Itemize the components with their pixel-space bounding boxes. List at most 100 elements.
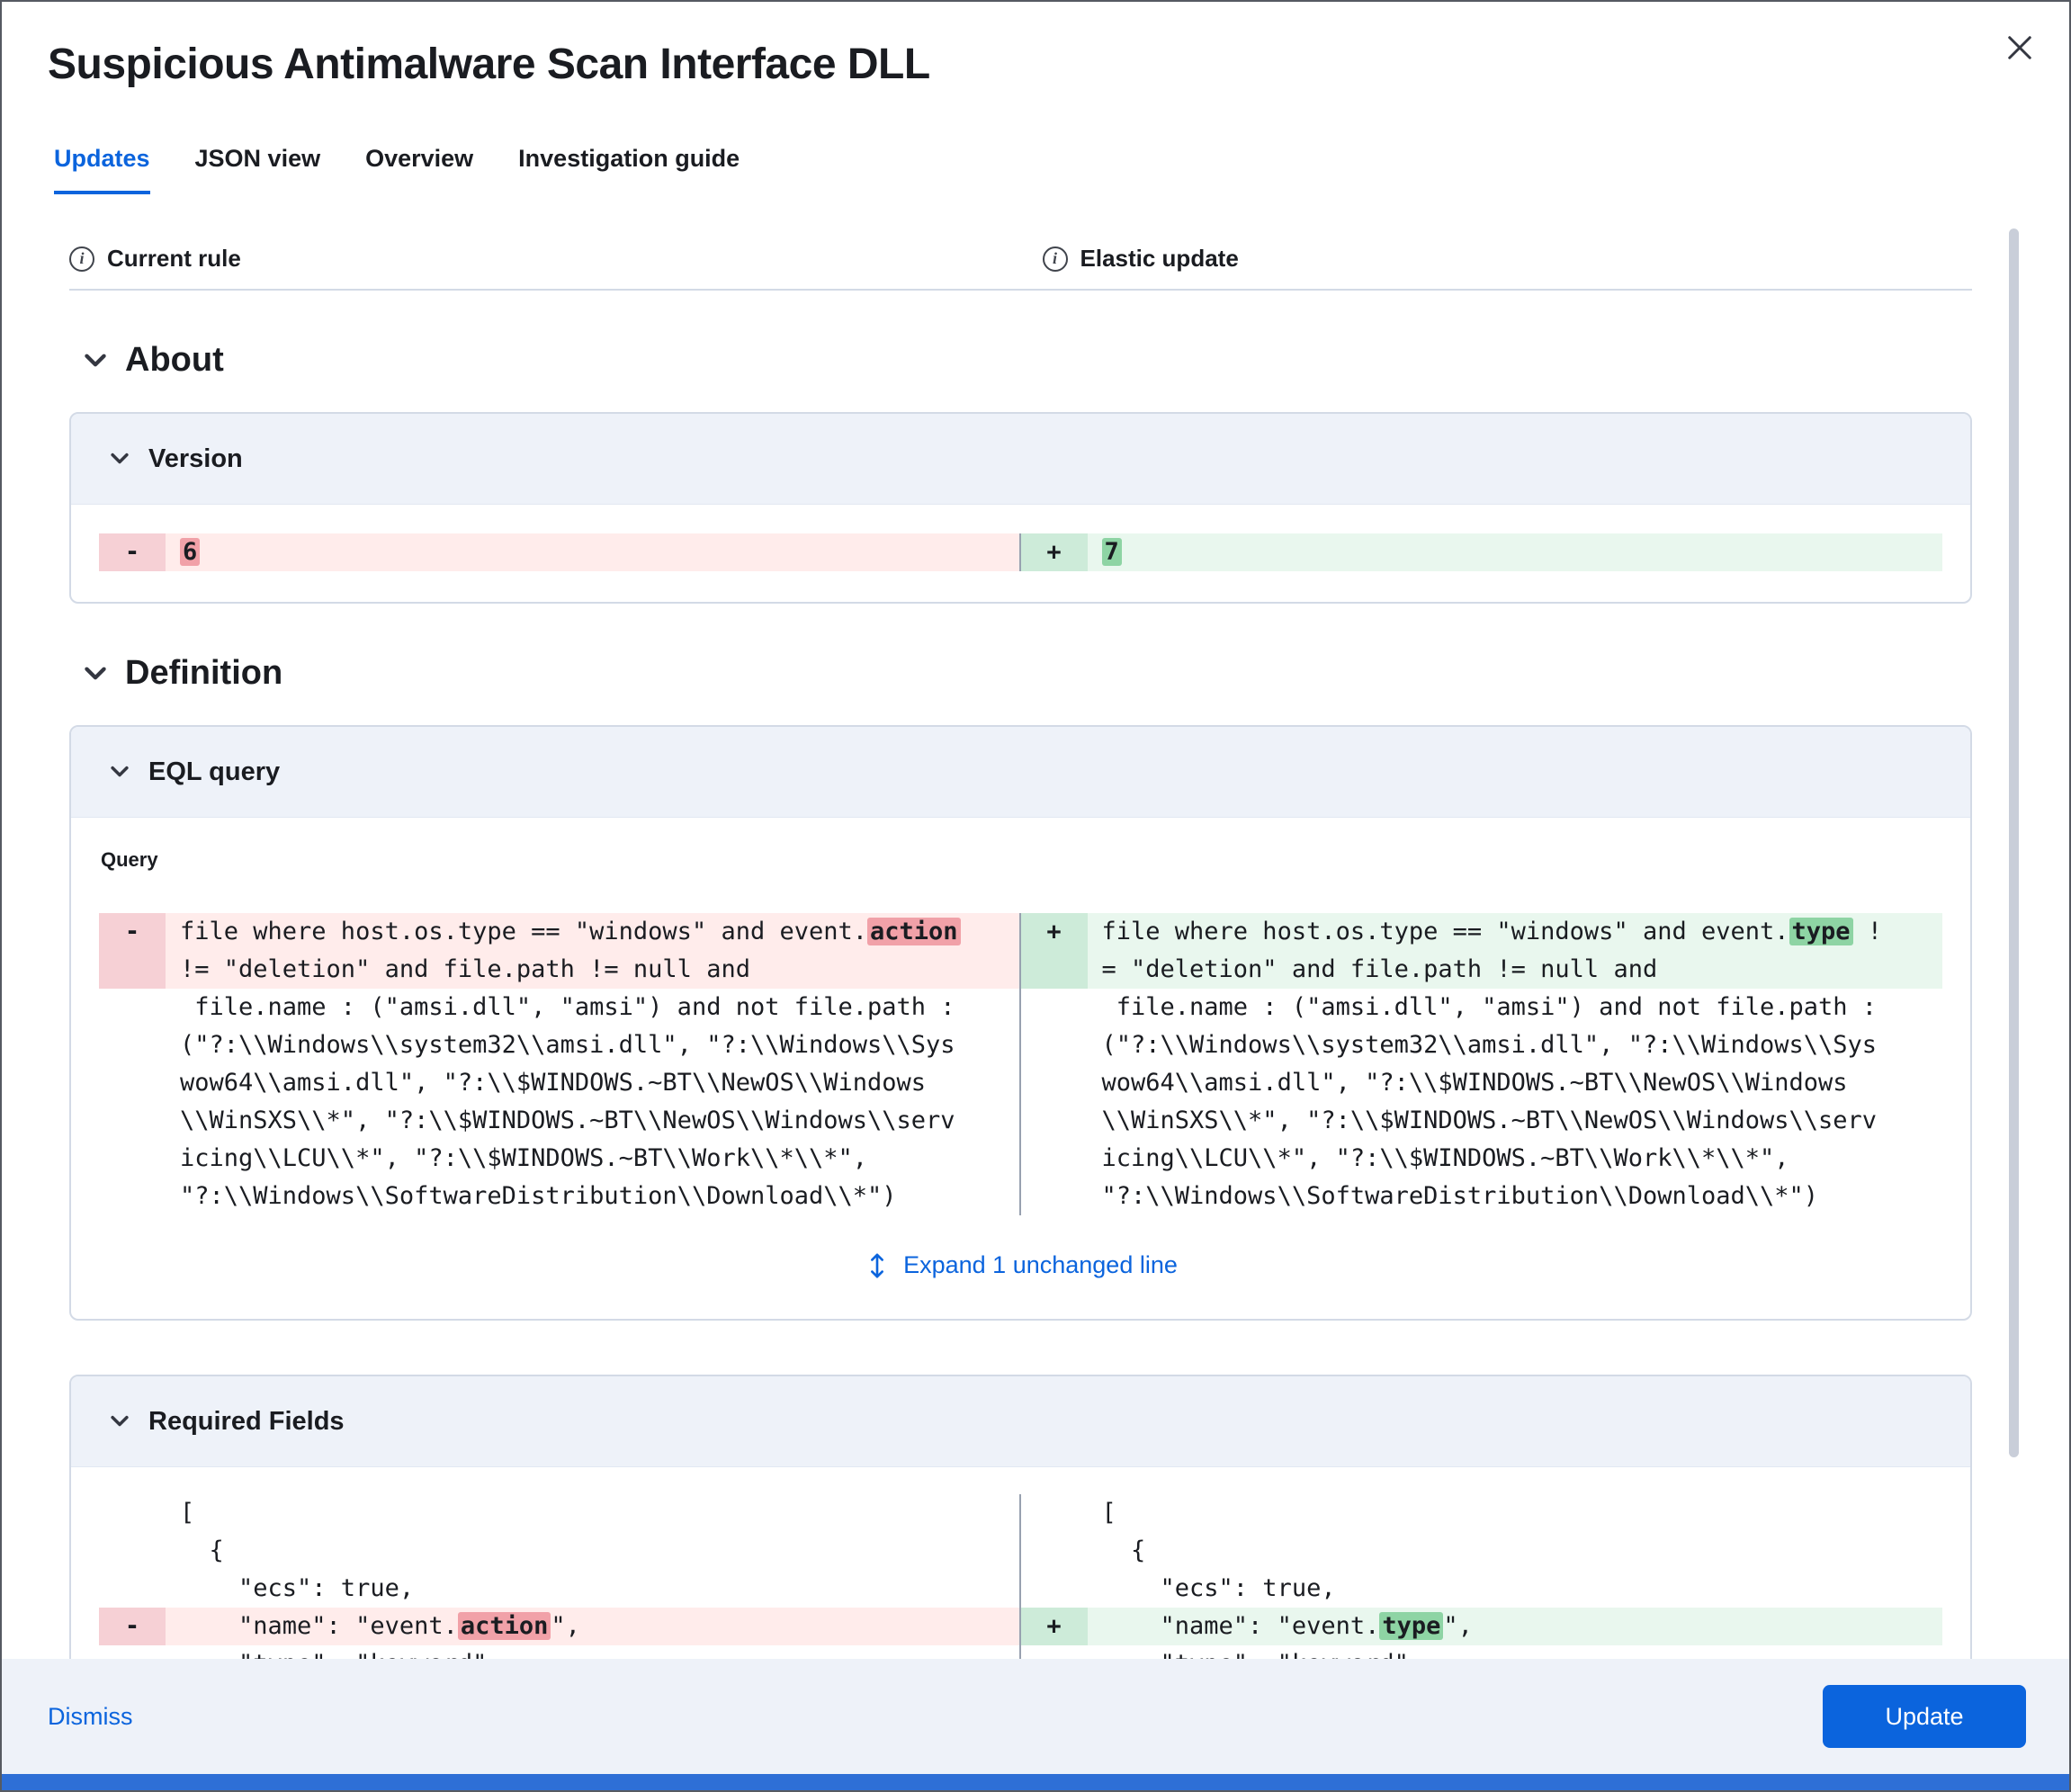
diff-gutter <box>1021 1178 1088 1215</box>
diff-gutter <box>99 989 166 1026</box>
expand-link-label: Expand 1 unchanged line <box>903 1251 1178 1278</box>
info-icon[interactable]: i <box>1042 246 1068 272</box>
diff-line-removed: - 6 <box>99 533 1019 571</box>
diff-gutter <box>99 1140 166 1178</box>
tab-json-view[interactable]: JSON view <box>195 145 321 194</box>
diff-line-removed: - "name": "event. action ", <box>99 1608 1019 1645</box>
code-line: wow64\\amsi.dll", "?:\\$WINDOWS.~BT\\New… <box>99 1064 1019 1102</box>
close-icon[interactable] <box>1995 23 2044 72</box>
tab-updates[interactable]: Updates <box>54 145 150 194</box>
expand-unchanged-lines-button[interactable]: Expand 1 unchanged line <box>99 1251 1942 1279</box>
diff-line-added: + 7 <box>1020 533 1942 571</box>
diff-gutter <box>99 1494 166 1532</box>
code-text: "ecs": true, <box>180 1574 415 1602</box>
removed-token: 6 <box>180 538 201 566</box>
diff-gutter <box>99 1026 166 1064</box>
code-line: { <box>1021 1532 1943 1570</box>
required-fields-accordion-toggle[interactable]: Required Fields <box>71 1376 1970 1467</box>
code-text: "name": "event. <box>1101 1612 1380 1640</box>
eql-diff-current: - file where host.os.type == "windows" a… <box>99 913 1021 1215</box>
diff-gutter <box>99 1102 166 1140</box>
diff-gutter-minus: - <box>99 913 166 951</box>
code-line: icing\\LCU\\*", "?:\\$WINDOWS.~BT\\Work\… <box>99 1140 1019 1178</box>
code-text: file where host.os.type == "windows" and… <box>1101 918 1789 945</box>
query-label: Query <box>101 848 158 871</box>
code-line: [ <box>1021 1494 1943 1532</box>
code-line: \\WinSXS\\*", "?:\\$WINDOWS.~BT\\NewOS\\… <box>1021 1102 1943 1140</box>
version-accordion-toggle[interactable]: Version <box>71 414 1970 505</box>
diff-gutter-minus: - <box>99 533 166 571</box>
diff-gutter <box>1021 1532 1088 1570</box>
tab-overview[interactable]: Overview <box>365 145 473 194</box>
update-button[interactable]: Update <box>1823 1685 2026 1748</box>
info-icon[interactable]: i <box>69 246 94 272</box>
diff-line-added: + "name": "event. type ", <box>1020 1608 1942 1645</box>
diff-gutter <box>99 951 166 989</box>
diff-gutter-minus: - <box>99 1608 166 1645</box>
code-text: icing\\LCU\\*", "?:\\$WINDOWS.~BT\\Work\… <box>1101 1144 1789 1172</box>
code-text: "name": "event. <box>180 1612 458 1640</box>
code-text: ("?:\\Windows\\system32\\amsi.dll", "?:\… <box>1101 1031 1878 1059</box>
diff-column-headers: i Current rule i Elastic update <box>69 245 1972 273</box>
code-line: wow64\\amsi.dll", "?:\\$WINDOWS.~BT\\New… <box>1021 1064 1943 1102</box>
chevron-down-icon <box>111 766 129 777</box>
code-line: [ <box>99 1494 1019 1532</box>
code-text: file.name : ("amsi.dll", "amsi") and not… <box>180 993 955 1021</box>
required-fields-panel-title: Required Fields <box>148 1406 345 1436</box>
code-line: file.name : ("amsi.dll", "amsi") and not… <box>99 989 1019 1026</box>
code-line: "ecs": true, <box>99 1570 1019 1608</box>
tab-bar: Updates JSON view Overview Investigation… <box>54 145 2069 194</box>
code-text: ", <box>551 1612 580 1640</box>
code-text: "?:\\Windows\\SoftwareDistribution\\Down… <box>180 1182 897 1210</box>
diff-gutter-plus: + <box>1020 913 1088 951</box>
required-fields-panel: Required Fields [ { "ecs": true, - "name… <box>69 1375 1972 1685</box>
version-panel-title: Version <box>148 444 243 473</box>
current-rule-column-header: i Current rule <box>69 245 1021 273</box>
code-line: "?:\\Windows\\SoftwareDistribution\\Down… <box>99 1178 1019 1215</box>
eql-query-accordion-toggle[interactable]: EQL query <box>71 727 1970 818</box>
diff-gutter <box>1021 1064 1088 1102</box>
version-diff: - 6 + 7 <box>71 505 1970 602</box>
diff-gutter <box>99 1064 166 1102</box>
diff-gutter <box>1021 1570 1088 1608</box>
diff-gutter <box>1021 1102 1088 1140</box>
required-fields-diff-current: [ { "ecs": true, - "name": "event. action… <box>99 1494 1021 1683</box>
added-token: 7 <box>1101 538 1122 566</box>
eql-query-panel-title: EQL query <box>148 757 281 786</box>
diff-gutter <box>1021 1140 1088 1178</box>
code-text: ! <box>1852 918 1883 945</box>
elastic-update-column-header: i Elastic update <box>1021 245 1973 273</box>
code-text: { <box>180 1537 224 1564</box>
diff-content: i Current rule i Elastic update About Ve… <box>2 194 2069 1685</box>
dismiss-button[interactable]: Dismiss <box>48 1703 133 1731</box>
code-text: wow64\\amsi.dll", "?:\\$WINDOWS.~BT\\New… <box>180 1069 927 1097</box>
code-line: "?:\\Windows\\SoftwareDistribution\\Down… <box>1021 1178 1943 1215</box>
code-text: icing\\LCU\\*", "?:\\$WINDOWS.~BT\\Work\… <box>180 1144 868 1172</box>
code-line: ("?:\\Windows\\system32\\amsi.dll", "?:\… <box>99 1026 1019 1064</box>
chevron-down-icon <box>85 354 106 366</box>
code-line: \\WinSXS\\*", "?:\\$WINDOWS.~BT\\NewOS\\… <box>99 1102 1019 1140</box>
eql-diff-update: + file where host.os.type == "windows" a… <box>1020 913 1943 1215</box>
diff-gutter <box>99 1570 166 1608</box>
elastic-update-label: Elastic update <box>1080 245 1239 272</box>
flyout-footer: Dismiss Update <box>2 1659 2069 1774</box>
diff-gutter <box>1021 1494 1088 1532</box>
code-text: file where host.os.type == "windows" and… <box>180 918 868 945</box>
eql-query-panel: EQL query Query - file where host.os.typ… <box>69 725 1972 1321</box>
tab-investigation-guide[interactable]: Investigation guide <box>518 145 740 194</box>
code-line: icing\\LCU\\*", "?:\\$WINDOWS.~BT\\Work\… <box>1021 1140 1943 1178</box>
scrollbar-thumb[interactable] <box>2009 228 2019 1457</box>
code-text: = "deletion" and file.path != null and <box>1101 955 1658 983</box>
diff-gutter <box>1020 951 1088 989</box>
eql-query-diff: Query - file where host.os.type == "wind… <box>71 818 1970 1319</box>
diff-gutter <box>1021 989 1088 1026</box>
diff-gutter <box>99 1178 166 1215</box>
about-section-toggle[interactable]: About <box>80 341 1972 380</box>
diff-line-removed: - file where host.os.type == "windows" a… <box>99 913 1019 951</box>
version-diff-update: + 7 <box>1020 533 1942 571</box>
chevron-down-icon <box>111 452 129 464</box>
code-line: { <box>99 1532 1019 1570</box>
code-text: != "deletion" and file.path != null and <box>180 955 750 983</box>
definition-section-toggle[interactable]: Definition <box>80 654 1972 693</box>
chevron-down-icon <box>85 667 106 679</box>
